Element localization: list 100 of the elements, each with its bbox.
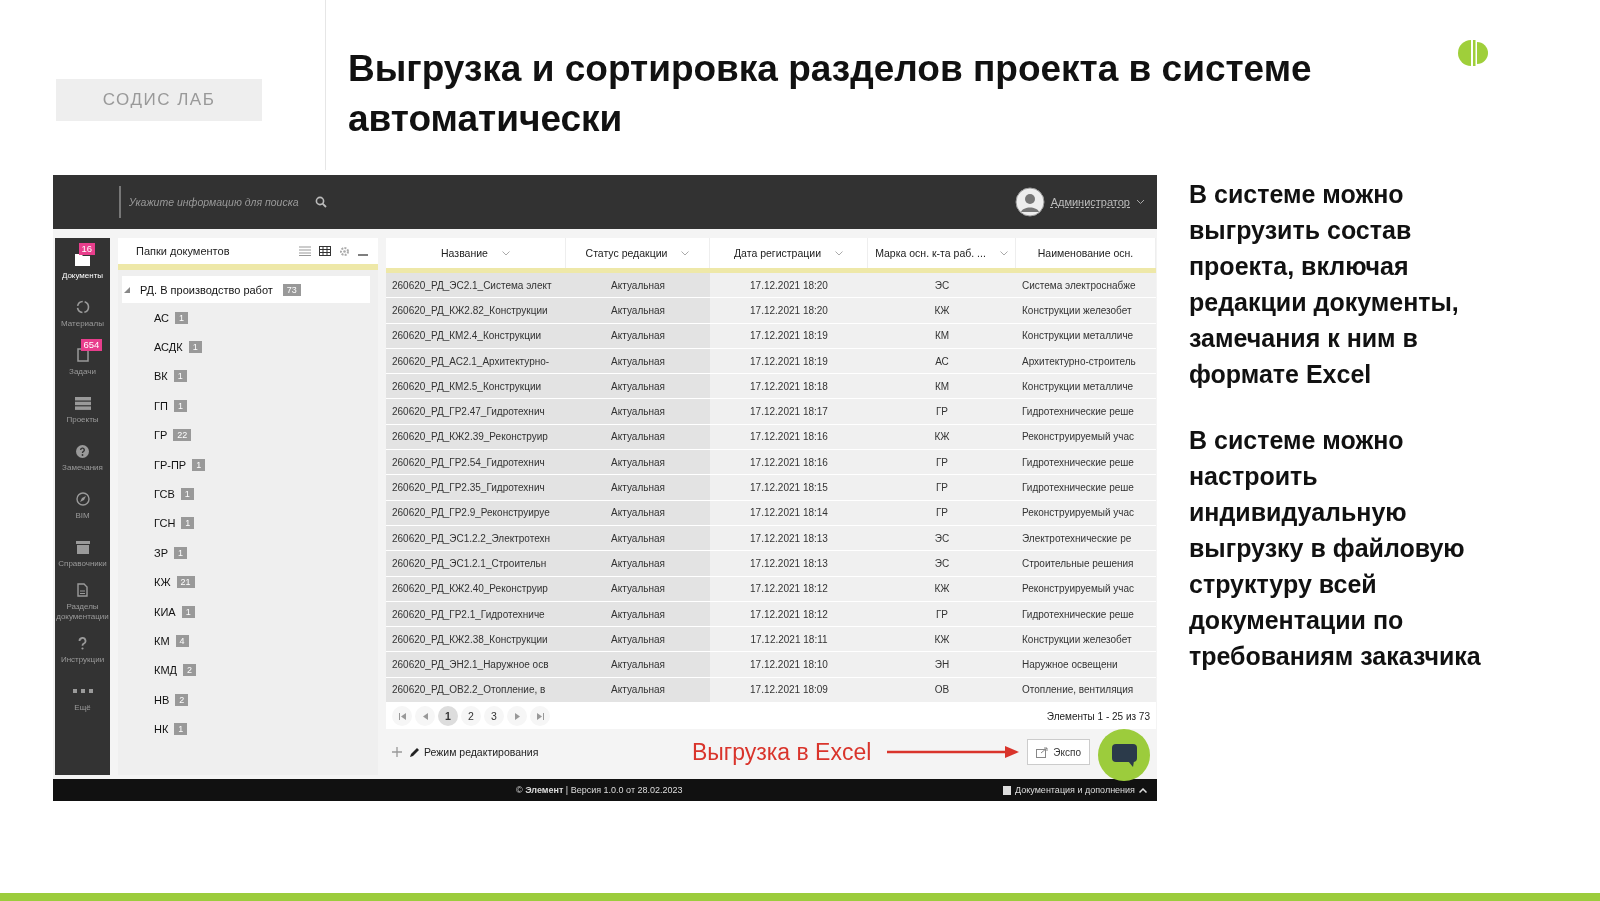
avatar-icon[interactable] <box>1014 187 1045 217</box>
add-icon[interactable] <box>392 747 402 758</box>
tree-item[interactable]: КМД 2 <box>118 655 378 686</box>
table-cell: 260620_РД_ОВ2.2_Отопление, в <box>386 677 566 704</box>
table-cell: 17.12.2021 18:20 <box>710 298 868 324</box>
folder-name: ВК <box>154 370 168 383</box>
sidebar-item[interactable]: 16 Документы <box>55 242 110 290</box>
user-name-link[interactable]: Администратор <box>1050 196 1130 208</box>
expanded-arrow-icon[interactable] <box>124 286 130 293</box>
first-page-button[interactable] <box>392 706 412 727</box>
folder-name: КМ <box>154 635 170 647</box>
count-badge: 2 <box>175 693 189 706</box>
tree-item[interactable]: АСДК 1 <box>118 332 378 362</box>
table-cell: Актуальная <box>566 652 710 678</box>
sidebar-item[interactable]: Ещё <box>55 674 110 722</box>
folder-name: ГР-ПР <box>154 458 187 471</box>
logo-icon <box>1458 38 1488 68</box>
table-cell: Конструкции железобет <box>1016 298 1156 324</box>
tree-item[interactable]: КМ 4 <box>118 626 378 656</box>
chat-icon[interactable] <box>1098 729 1150 782</box>
caret-up-icon <box>1139 787 1147 793</box>
grid-view-icon[interactable] <box>319 246 331 256</box>
tree-item[interactable]: НВ 2 <box>118 685 378 715</box>
table-cell: Конструкции железобет <box>1016 627 1156 653</box>
table-cell: Актуальная <box>566 450 710 476</box>
table-cell: Актуальная <box>566 576 710 602</box>
sidebar-item[interactable]: Инструкции <box>55 626 110 674</box>
folder-name: АСДК <box>154 341 183 354</box>
caret-icon[interactable] <box>1136 199 1145 205</box>
last-page-button[interactable] <box>530 706 550 727</box>
table-cell: Архитектурно-строитель <box>1016 348 1156 375</box>
previous-page-button[interactable] <box>415 706 435 727</box>
brand-label: СОДИС ЛАБ <box>56 79 262 121</box>
sidebar-item[interactable]: Замечания <box>55 434 110 482</box>
folder-name: ГСВ <box>154 488 175 501</box>
tree-item[interactable]: ГСВ 1 <box>118 479 378 509</box>
table-cell: 17.12.2021 18:13 <box>710 551 868 577</box>
count-badge: 1 <box>192 458 206 471</box>
sidebar-item[interactable]: BIM <box>55 482 110 530</box>
tree-item[interactable]: КИА 1 <box>118 596 378 627</box>
folder-name: КЖ <box>154 576 171 589</box>
table-cell: ЭН <box>868 652 1016 678</box>
folder-name: ЗР <box>154 546 168 559</box>
tree-item[interactable]: ВК 1 <box>118 361 378 392</box>
search-field[interactable]: Укажите информацию для поиска <box>127 195 311 209</box>
table-cell: Актуальная <box>566 348 710 375</box>
chevron-icon <box>835 250 843 256</box>
slide-title: Выгрузка и сортировка разделов проекта в системе автоматически <box>348 47 1313 141</box>
description-text: В системе можно выгрузить состав проекта, включая редакции документы, замечания к ним в формате Excel <box>1189 179 1460 390</box>
tree-item[interactable]: РД. В производство работ 73 <box>122 276 370 303</box>
list-view-icon[interactable] <box>299 246 311 256</box>
table-cell: Гидротехнические реше <box>1016 601 1156 628</box>
export-button[interactable]: Экспо <box>1027 739 1090 766</box>
count-badge: 654 <box>80 339 103 351</box>
table-cell: Актуальная <box>566 677 710 704</box>
table-cell: ГР <box>868 450 1016 476</box>
count-badge: 1 <box>181 517 195 530</box>
count-badge: 4 <box>175 635 189 647</box>
count-badge: 1 <box>173 399 187 412</box>
settings-icon[interactable] <box>339 245 350 257</box>
sidebar-item[interactable]: Разделы документации <box>55 578 110 626</box>
tree-item[interactable]: НК 1 <box>118 714 378 744</box>
count-badge: 1 <box>180 488 194 501</box>
tree-item[interactable]: КЖ 21 <box>118 567 378 597</box>
tree-item[interactable]: ГП 1 <box>118 391 378 421</box>
table-cell: 17.12.2021 18:17 <box>710 399 868 425</box>
table-cell: 260620_РД_КЖ2.82_Конструкции <box>386 298 566 324</box>
table-cell: ОВ <box>868 677 1016 704</box>
table-cell: 260620_РД_АС2.1_Архитектурно- <box>386 348 566 375</box>
table-cell: Актуальная <box>566 399 710 425</box>
table-cell: 17.12.2021 18:09 <box>710 677 868 704</box>
table-cell: 17.12.2021 18:18 <box>710 374 868 400</box>
question-icon <box>76 444 89 458</box>
version-text: © Элемент | Версия 1.0.0 от 28.02.2023 <box>516 785 683 795</box>
table-cell: Наружное освещени <box>1016 652 1156 678</box>
table-cell: КЖ <box>868 627 1016 653</box>
page-button[interactable]: 1 <box>438 706 458 727</box>
edit-mode-button[interactable]: Режим редактирования <box>410 746 539 759</box>
sidebar-item[interactable]: Справочники <box>55 530 110 578</box>
tree-item[interactable]: АС 1 <box>118 303 378 333</box>
tree-item[interactable]: ГСН 1 <box>118 508 378 539</box>
folder-name: РД. В производство работ <box>140 283 273 296</box>
table-cell: КМ <box>868 323 1016 349</box>
sidebar-item[interactable]: 654 Задачи <box>55 338 110 386</box>
pencil-icon <box>410 747 420 758</box>
docs-link[interactable]: Документация и дополнения <box>1003 785 1147 795</box>
table-cell: Актуальная <box>566 551 710 577</box>
tree-item[interactable]: ГР 22 <box>118 420 378 450</box>
next-page-button[interactable] <box>507 706 527 727</box>
table-cell: Реконструируемый учас <box>1016 500 1156 526</box>
page-button[interactable]: 2 <box>461 706 481 727</box>
sidebar-item[interactable]: Проекты <box>55 386 110 434</box>
table-cell: Актуальная <box>566 500 710 526</box>
page-button[interactable]: 3 <box>484 706 504 727</box>
table-cell: ГР <box>868 500 1016 526</box>
tree-item[interactable]: ГР-ПР 1 <box>118 449 378 480</box>
folder-name: КМД <box>154 664 178 677</box>
table-cell: Строительные решения <box>1016 551 1156 577</box>
tree-item[interactable]: ЗР 1 <box>118 538 378 568</box>
sidebar-item[interactable]: Материалы <box>55 290 110 338</box>
